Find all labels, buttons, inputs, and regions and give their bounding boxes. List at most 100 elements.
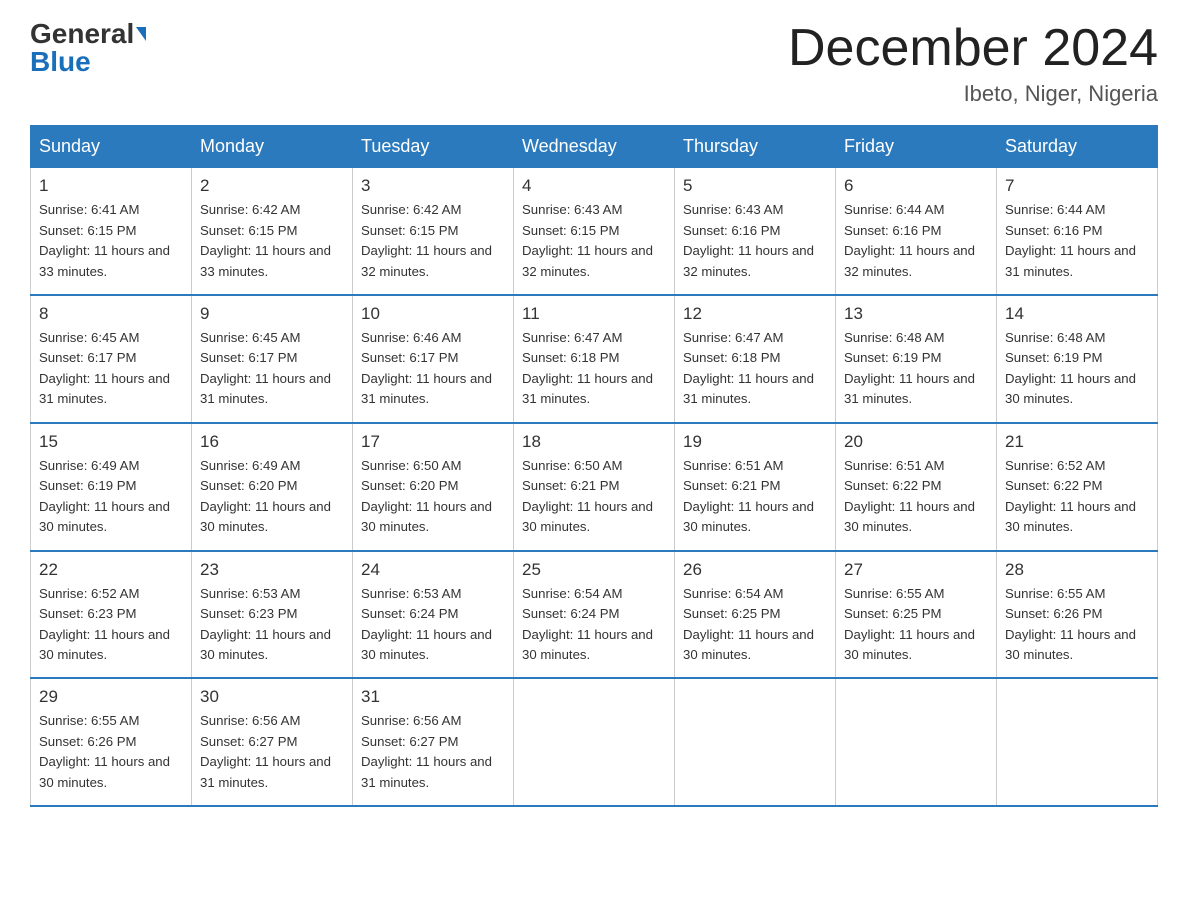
day-info: Sunrise: 6:48 AM Sunset: 6:19 PM Dayligh…	[1005, 328, 1149, 410]
day-number: 1	[39, 176, 183, 196]
day-number: 18	[522, 432, 666, 452]
day-number: 21	[1005, 432, 1149, 452]
day-info: Sunrise: 6:45 AM Sunset: 6:17 PM Dayligh…	[200, 328, 344, 410]
calendar-day-cell: 23 Sunrise: 6:53 AM Sunset: 6:23 PM Dayl…	[192, 551, 353, 679]
page-header: General Blue December 2024 Ibeto, Niger,…	[30, 20, 1158, 107]
day-number: 25	[522, 560, 666, 580]
logo: General Blue	[30, 20, 146, 76]
day-info: Sunrise: 6:48 AM Sunset: 6:19 PM Dayligh…	[844, 328, 988, 410]
day-number: 14	[1005, 304, 1149, 324]
calendar-day-cell: 4 Sunrise: 6:43 AM Sunset: 6:15 PM Dayli…	[514, 168, 675, 295]
location-title: Ibeto, Niger, Nigeria	[788, 81, 1158, 107]
day-info: Sunrise: 6:52 AM Sunset: 6:22 PM Dayligh…	[1005, 456, 1149, 538]
day-info: Sunrise: 6:49 AM Sunset: 6:19 PM Dayligh…	[39, 456, 183, 538]
day-number: 17	[361, 432, 505, 452]
calendar-day-cell: 31 Sunrise: 6:56 AM Sunset: 6:27 PM Dayl…	[353, 678, 514, 806]
day-number: 28	[1005, 560, 1149, 580]
calendar-day-cell: 16 Sunrise: 6:49 AM Sunset: 6:20 PM Dayl…	[192, 423, 353, 551]
day-number: 9	[200, 304, 344, 324]
calendar-day-cell: 25 Sunrise: 6:54 AM Sunset: 6:24 PM Dayl…	[514, 551, 675, 679]
day-info: Sunrise: 6:45 AM Sunset: 6:17 PM Dayligh…	[39, 328, 183, 410]
calendar-week-row: 8 Sunrise: 6:45 AM Sunset: 6:17 PM Dayli…	[31, 295, 1158, 423]
day-number: 10	[361, 304, 505, 324]
calendar-table: SundayMondayTuesdayWednesdayThursdayFrid…	[30, 125, 1158, 807]
day-info: Sunrise: 6:51 AM Sunset: 6:21 PM Dayligh…	[683, 456, 827, 538]
day-number: 8	[39, 304, 183, 324]
calendar-day-cell: 9 Sunrise: 6:45 AM Sunset: 6:17 PM Dayli…	[192, 295, 353, 423]
calendar-day-header: Sunday	[31, 126, 192, 168]
calendar-day-cell: 12 Sunrise: 6:47 AM Sunset: 6:18 PM Dayl…	[675, 295, 836, 423]
day-info: Sunrise: 6:54 AM Sunset: 6:24 PM Dayligh…	[522, 584, 666, 666]
day-number: 13	[844, 304, 988, 324]
calendar-day-cell: 13 Sunrise: 6:48 AM Sunset: 6:19 PM Dayl…	[836, 295, 997, 423]
month-title: December 2024	[788, 20, 1158, 77]
calendar-day-cell: 6 Sunrise: 6:44 AM Sunset: 6:16 PM Dayli…	[836, 168, 997, 295]
calendar-day-cell: 30 Sunrise: 6:56 AM Sunset: 6:27 PM Dayl…	[192, 678, 353, 806]
day-number: 4	[522, 176, 666, 196]
day-info: Sunrise: 6:47 AM Sunset: 6:18 PM Dayligh…	[683, 328, 827, 410]
day-info: Sunrise: 6:42 AM Sunset: 6:15 PM Dayligh…	[200, 200, 344, 282]
day-info: Sunrise: 6:41 AM Sunset: 6:15 PM Dayligh…	[39, 200, 183, 282]
calendar-day-header: Friday	[836, 126, 997, 168]
day-info: Sunrise: 6:44 AM Sunset: 6:16 PM Dayligh…	[844, 200, 988, 282]
day-info: Sunrise: 6:56 AM Sunset: 6:27 PM Dayligh…	[200, 711, 344, 793]
day-info: Sunrise: 6:46 AM Sunset: 6:17 PM Dayligh…	[361, 328, 505, 410]
calendar-day-cell	[514, 678, 675, 806]
day-info: Sunrise: 6:50 AM Sunset: 6:20 PM Dayligh…	[361, 456, 505, 538]
calendar-day-header: Wednesday	[514, 126, 675, 168]
day-info: Sunrise: 6:52 AM Sunset: 6:23 PM Dayligh…	[39, 584, 183, 666]
calendar-day-cell: 11 Sunrise: 6:47 AM Sunset: 6:18 PM Dayl…	[514, 295, 675, 423]
day-number: 22	[39, 560, 183, 580]
calendar-day-cell: 14 Sunrise: 6:48 AM Sunset: 6:19 PM Dayl…	[997, 295, 1158, 423]
calendar-day-header: Monday	[192, 126, 353, 168]
day-number: 31	[361, 687, 505, 707]
calendar-week-row: 1 Sunrise: 6:41 AM Sunset: 6:15 PM Dayli…	[31, 168, 1158, 295]
calendar-day-cell: 3 Sunrise: 6:42 AM Sunset: 6:15 PM Dayli…	[353, 168, 514, 295]
day-number: 27	[844, 560, 988, 580]
day-number: 5	[683, 176, 827, 196]
day-number: 24	[361, 560, 505, 580]
calendar-day-cell: 18 Sunrise: 6:50 AM Sunset: 6:21 PM Dayl…	[514, 423, 675, 551]
calendar-day-cell: 27 Sunrise: 6:55 AM Sunset: 6:25 PM Dayl…	[836, 551, 997, 679]
day-info: Sunrise: 6:44 AM Sunset: 6:16 PM Dayligh…	[1005, 200, 1149, 282]
day-number: 15	[39, 432, 183, 452]
calendar-day-cell: 20 Sunrise: 6:51 AM Sunset: 6:22 PM Dayl…	[836, 423, 997, 551]
logo-blue: Blue	[30, 48, 91, 76]
calendar-day-cell: 15 Sunrise: 6:49 AM Sunset: 6:19 PM Dayl…	[31, 423, 192, 551]
calendar-day-cell: 10 Sunrise: 6:46 AM Sunset: 6:17 PM Dayl…	[353, 295, 514, 423]
day-info: Sunrise: 6:55 AM Sunset: 6:25 PM Dayligh…	[844, 584, 988, 666]
calendar-day-cell: 21 Sunrise: 6:52 AM Sunset: 6:22 PM Dayl…	[997, 423, 1158, 551]
day-info: Sunrise: 6:53 AM Sunset: 6:24 PM Dayligh…	[361, 584, 505, 666]
day-number: 11	[522, 304, 666, 324]
logo-general: General	[30, 20, 134, 48]
day-number: 2	[200, 176, 344, 196]
calendar-day-cell: 7 Sunrise: 6:44 AM Sunset: 6:16 PM Dayli…	[997, 168, 1158, 295]
calendar-day-cell: 28 Sunrise: 6:55 AM Sunset: 6:26 PM Dayl…	[997, 551, 1158, 679]
day-number: 26	[683, 560, 827, 580]
calendar-day-header: Saturday	[997, 126, 1158, 168]
day-number: 23	[200, 560, 344, 580]
day-number: 6	[844, 176, 988, 196]
day-number: 12	[683, 304, 827, 324]
day-number: 16	[200, 432, 344, 452]
day-info: Sunrise: 6:50 AM Sunset: 6:21 PM Dayligh…	[522, 456, 666, 538]
calendar-day-cell: 22 Sunrise: 6:52 AM Sunset: 6:23 PM Dayl…	[31, 551, 192, 679]
day-info: Sunrise: 6:54 AM Sunset: 6:25 PM Dayligh…	[683, 584, 827, 666]
calendar-week-row: 15 Sunrise: 6:49 AM Sunset: 6:19 PM Dayl…	[31, 423, 1158, 551]
day-info: Sunrise: 6:56 AM Sunset: 6:27 PM Dayligh…	[361, 711, 505, 793]
day-info: Sunrise: 6:42 AM Sunset: 6:15 PM Dayligh…	[361, 200, 505, 282]
day-info: Sunrise: 6:43 AM Sunset: 6:16 PM Dayligh…	[683, 200, 827, 282]
calendar-day-cell: 2 Sunrise: 6:42 AM Sunset: 6:15 PM Dayli…	[192, 168, 353, 295]
calendar-day-cell	[675, 678, 836, 806]
day-number: 29	[39, 687, 183, 707]
day-info: Sunrise: 6:49 AM Sunset: 6:20 PM Dayligh…	[200, 456, 344, 538]
calendar-week-row: 22 Sunrise: 6:52 AM Sunset: 6:23 PM Dayl…	[31, 551, 1158, 679]
calendar-day-cell: 8 Sunrise: 6:45 AM Sunset: 6:17 PM Dayli…	[31, 295, 192, 423]
day-number: 19	[683, 432, 827, 452]
day-number: 30	[200, 687, 344, 707]
calendar-header-row: SundayMondayTuesdayWednesdayThursdayFrid…	[31, 126, 1158, 168]
calendar-day-cell: 29 Sunrise: 6:55 AM Sunset: 6:26 PM Dayl…	[31, 678, 192, 806]
day-info: Sunrise: 6:55 AM Sunset: 6:26 PM Dayligh…	[39, 711, 183, 793]
day-info: Sunrise: 6:51 AM Sunset: 6:22 PM Dayligh…	[844, 456, 988, 538]
calendar-day-header: Thursday	[675, 126, 836, 168]
